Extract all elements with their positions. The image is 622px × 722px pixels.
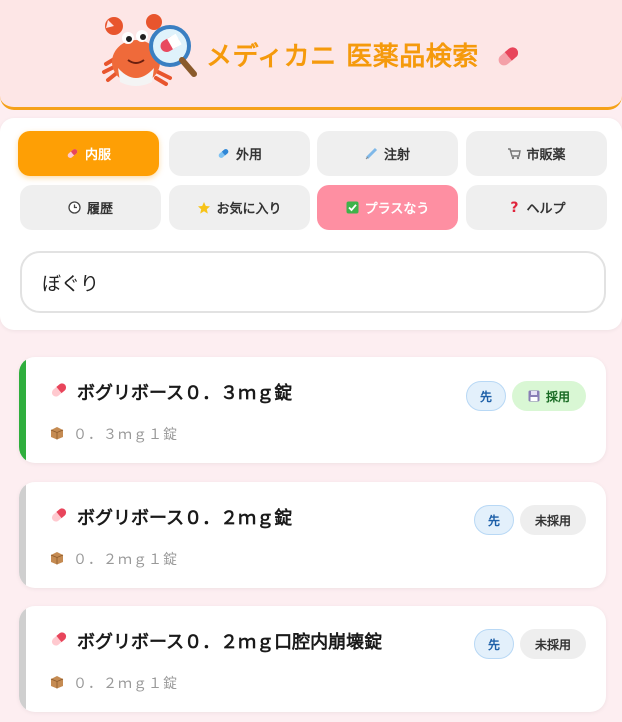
- syringe-icon: [365, 147, 379, 161]
- adopted-badge: 採用: [512, 381, 586, 411]
- brand-badge: 先: [466, 381, 506, 411]
- clock-icon: [68, 201, 82, 215]
- tab-label: ヘルプ: [526, 202, 566, 217]
- tab-label: 注射: [383, 148, 410, 163]
- not-adopted-badge: 未採用: [520, 629, 586, 659]
- crab-mascot-icon: [102, 14, 197, 86]
- drug-name: ボグリボース０．２ｍｇ口腔内崩壊錠: [77, 632, 383, 653]
- drug-spec: ０．３ｍｇ１錠: [73, 427, 178, 443]
- tab-chusha[interactable]: 注射: [317, 131, 458, 176]
- pill-icon: [66, 147, 80, 161]
- search-panel: 内服 外用 注射 市販薬 履歴 お気に入り プラスなう ? ヘルプ ぼぐり: [0, 118, 622, 330]
- not-adopted-indicator-bar: [19, 482, 26, 588]
- tab-label: 内服: [84, 148, 111, 163]
- pill-icon: [51, 508, 67, 522]
- cart-icon: [507, 147, 522, 161]
- tab-label: 履歴: [86, 202, 113, 217]
- tab-label: プラスなう: [364, 202, 430, 217]
- not-adopted-badge: 未採用: [520, 505, 586, 535]
- star-icon: [197, 201, 211, 215]
- box-icon: [50, 552, 64, 565]
- tab-label: 市販薬: [526, 148, 566, 163]
- tab-naifuku[interactable]: 内服: [18, 131, 159, 176]
- not-adopted-indicator-bar: [19, 606, 26, 712]
- drug-spec: ０．２ｍｇ１錠: [73, 552, 178, 568]
- result-card[interactable]: ボグリボース０．３ｍｇ錠 先 採用 ０．３ｍｇ１錠: [19, 357, 606, 463]
- search-input[interactable]: [20, 251, 606, 313]
- drug-spec: ０．２ｍｇ１錠: [73, 676, 178, 692]
- tab-okiniiri[interactable]: お気に入り: [169, 185, 310, 230]
- app-header: メディカニ 医薬品検索: [0, 0, 622, 110]
- pill-icon: [498, 47, 519, 66]
- drug-name: ボグリボース０．２ｍｇ錠: [77, 508, 293, 529]
- box-icon: [50, 676, 64, 689]
- question-icon: ?: [510, 199, 519, 216]
- tab-label: 外用: [235, 148, 262, 163]
- tab-plus-now[interactable]: プラスなう: [317, 185, 458, 230]
- brand-badge: 先: [474, 629, 514, 659]
- pill-icon: [51, 632, 67, 646]
- box-icon: [50, 427, 64, 440]
- adopted-indicator-bar: [19, 357, 26, 463]
- capsule-icon: [217, 147, 231, 161]
- tab-rireki[interactable]: 履歴: [20, 185, 161, 230]
- tab-shihanyaku[interactable]: 市販薬: [466, 131, 607, 176]
- result-card[interactable]: ボグリボース０．２ｍｇ錠 先 未採用 ０．２ｍｇ１錠: [19, 482, 606, 588]
- adopted-label: 採用: [545, 389, 570, 404]
- tab-gaiyou[interactable]: 外用: [169, 131, 310, 176]
- app-title: メディカニ 医薬品検索: [206, 42, 479, 72]
- tab-help[interactable]: ? ヘルプ: [466, 185, 607, 230]
- pill-icon: [51, 383, 67, 397]
- tab-label: お気に入り: [216, 202, 282, 217]
- drug-name: ボグリボース０．３ｍｇ錠: [77, 383, 293, 404]
- check-icon: [346, 201, 360, 215]
- floppy-disk-icon: [528, 390, 540, 402]
- brand-badge: 先: [474, 505, 514, 535]
- result-card[interactable]: ボグリボース０．２ｍｇ口腔内崩壊錠 先 未採用 ０．２ｍｇ１錠: [19, 606, 606, 712]
